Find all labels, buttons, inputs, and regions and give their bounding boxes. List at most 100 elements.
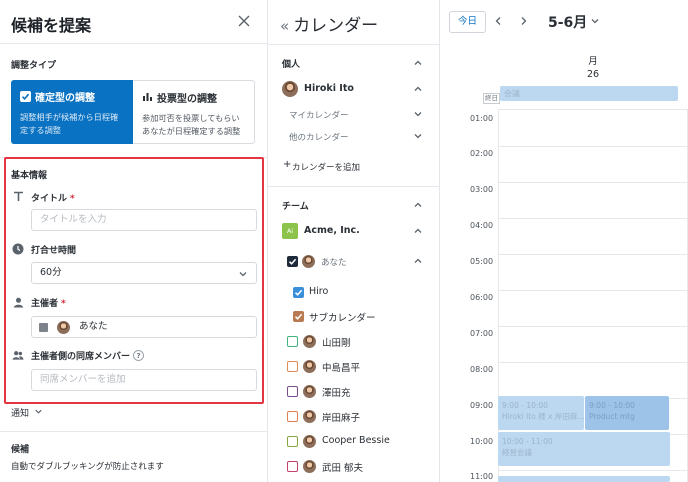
chevron-up-icon[interactable]	[413, 226, 423, 236]
checkbox-checked-icon[interactable]	[287, 256, 298, 267]
personal-section-label: 個人	[282, 60, 301, 70]
fixed-type-desc-2: 定する調整	[20, 125, 61, 135]
allday-label: 終日	[483, 93, 500, 104]
member-row[interactable]: Cooper Bessie	[268, 431, 440, 451]
calendar-row-sub[interactable]: サブカレンダー	[268, 306, 440, 326]
day-number[interactable]: 26	[498, 69, 688, 80]
checkbox-unchecked-icon[interactable]	[287, 461, 298, 472]
calendar-event[interactable]: 10:00 - 11:00 経営会議	[498, 432, 670, 466]
members-input[interactable]: 同席メンバーを追加	[31, 369, 257, 391]
fixed-type-title: 確定型の調整	[35, 93, 95, 104]
avatar	[303, 460, 316, 473]
checkbox-checked-icon[interactable]	[293, 287, 304, 298]
checkbox-checked-icon[interactable]	[293, 311, 304, 322]
checkbox-unchecked-icon[interactable]	[287, 386, 298, 397]
calendar-panel-title: «カレンダー	[280, 16, 379, 36]
people-icon	[12, 349, 24, 361]
chevron-up-icon[interactable]	[413, 84, 423, 94]
my-calendar-row[interactable]: マイカレンダー	[268, 104, 440, 124]
checkbox-unchecked-icon[interactable]	[287, 436, 298, 447]
candidates-label: 候補	[11, 445, 30, 455]
hour-label: 03:00	[470, 185, 494, 194]
you-row[interactable]: あなた	[268, 251, 440, 271]
checkbox-checked-icon	[20, 91, 31, 102]
member-row[interactable]: 武田 郁夫	[268, 456, 440, 476]
close-icon[interactable]	[236, 14, 252, 30]
personal-user-row[interactable]: Hiroki Ito	[268, 79, 440, 99]
calendar-row-hiro[interactable]: Hiro	[268, 282, 440, 302]
text-icon	[12, 190, 24, 202]
checkbox-unchecked-icon[interactable]	[287, 411, 298, 422]
fixed-type-option[interactable]: 確定型の調整 調整相手が候補から日程確 定する調整	[11, 80, 133, 144]
poll-type-desc-2: あなたが日程確定する調整	[142, 126, 241, 136]
member-row[interactable]: 岸田麻子	[268, 406, 440, 426]
member-row[interactable]: 山田剛	[268, 331, 440, 351]
fixed-type-desc-1: 調整相手が候補から日程確	[20, 112, 119, 122]
add-calendar-button[interactable]: + カレンダーを追加	[268, 156, 440, 176]
member-row[interactable]: 中島昌平	[268, 356, 440, 376]
avatar	[303, 435, 316, 448]
chevron-down-icon	[590, 14, 600, 30]
hour-label: 06:00	[470, 293, 494, 302]
avatar	[303, 410, 316, 423]
duration-select[interactable]: 60分	[31, 262, 257, 284]
panel-title: 候補を提案	[11, 16, 92, 35]
basic-section-label: 基本情報	[11, 171, 48, 181]
chevron-up-icon[interactable]	[413, 58, 423, 68]
hour-label: 02:00	[470, 149, 494, 158]
grid-line	[498, 182, 688, 183]
chevron-down-icon[interactable]	[413, 109, 423, 119]
team-row[interactable]: Ai Acme, Inc.	[268, 221, 440, 241]
organizer-select[interactable]: あなた	[31, 316, 257, 338]
title-input[interactable]: タイトルを入力	[31, 209, 257, 231]
chevron-up-icon[interactable]	[413, 200, 423, 210]
chevron-down-icon	[238, 267, 248, 287]
proposal-panel: 候補を提案 調整タイプ 確定型の調整 調整相手が候補から日程確 定する調整 投票…	[0, 0, 268, 482]
hour-label: 05:00	[470, 257, 494, 266]
candidates-description: 自動でダブルブッキングが防止されます	[11, 462, 164, 472]
help-icon[interactable]: ?	[133, 350, 145, 361]
calendar-event[interactable]: 9:00 - 10:00 Hiroki Ito 様 x 岸田麻…	[498, 396, 584, 430]
double-chevron-left-icon[interactable]: «	[280, 17, 289, 35]
clock-icon	[12, 243, 24, 255]
calendar-list-panel: «カレンダー 個人 Hiroki Ito マイカレンダー 他のカレンダー + カ…	[268, 0, 440, 482]
checkbox-unchecked-icon[interactable]	[287, 361, 298, 372]
hour-label: 01:00	[470, 114, 494, 123]
chevron-right-icon[interactable]	[516, 13, 530, 29]
poll-type-desc-1: 参加可否を投票してもらい	[142, 113, 240, 123]
month-selector[interactable]: 5-6月	[548, 12, 600, 32]
chevron-up-icon[interactable]	[413, 256, 423, 266]
person-icon	[12, 296, 24, 308]
avatar	[282, 81, 298, 97]
today-button[interactable]: 今日	[449, 11, 486, 33]
allday-event[interactable]: 会議	[500, 86, 678, 101]
hour-label: 09:00	[470, 401, 494, 410]
bar-chart-icon	[142, 91, 153, 105]
calendar-view: 今日 5-6月 月 26 終日 会議 01:00 02:00 03:00 04:…	[440, 0, 688, 482]
calendar-event[interactable]: 9:00 - 10:00 Product mtg	[585, 396, 669, 430]
checkbox-unchecked-icon[interactable]	[287, 336, 298, 347]
team-section-label: チーム	[282, 202, 309, 212]
poll-type-title: 投票型の調整	[157, 94, 217, 105]
divider	[268, 44, 440, 45]
chevron-down-icon[interactable]	[413, 131, 423, 141]
hour-label: 11:00	[470, 472, 494, 481]
other-calendar-row[interactable]: 他のカレンダー	[268, 126, 440, 146]
hour-label: 10:00	[470, 437, 494, 446]
chevron-down-icon	[34, 407, 43, 419]
organizer-label: 主催者 *	[31, 299, 66, 309]
divider	[0, 43, 268, 44]
grid-line	[498, 109, 688, 110]
calendar-event[interactable]	[498, 476, 670, 482]
grid-line	[498, 146, 688, 147]
avatar	[302, 255, 315, 268]
avatar	[303, 335, 316, 348]
grid-line	[498, 362, 688, 363]
organizer-color-swatch	[39, 323, 48, 332]
grid-line	[498, 326, 688, 327]
chevron-left-icon[interactable]	[491, 13, 505, 29]
poll-type-option[interactable]: 投票型の調整 参加可否を投票してもらい あなたが日程確定する調整	[133, 80, 255, 144]
day-name: 月	[588, 56, 598, 67]
member-row[interactable]: 澤田充	[268, 381, 440, 401]
notify-toggle[interactable]: 通知	[11, 406, 43, 419]
